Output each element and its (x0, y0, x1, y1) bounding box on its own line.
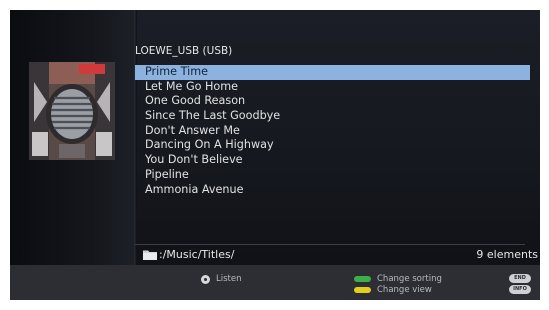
track-item[interactable]: You Don't Believe (135, 153, 530, 168)
yellow-key-label: Change view (377, 284, 432, 295)
element-count: 9 elements (476, 248, 538, 261)
green-key-label: Change sorting (377, 273, 442, 284)
listen-hint[interactable]: Listen (201, 274, 241, 284)
folder-icon (143, 250, 157, 260)
green-key-icon (354, 275, 371, 282)
track-item[interactable]: Since The Last Goodbye (135, 109, 530, 124)
track-item[interactable]: Dancing On A Highway (135, 138, 530, 153)
ok-button-icon (201, 274, 210, 284)
current-path: :/Music/Titles/ (143, 248, 234, 261)
source-title: LOEWE_USB (USB) (135, 45, 233, 57)
hint-bar (10, 265, 540, 300)
footer-divider (135, 244, 525, 245)
track-item-selected[interactable]: Prime Time (135, 65, 530, 80)
track-item[interactable]: Don't Answer Me (135, 124, 530, 139)
track-item[interactable]: Ammonia Avenue (135, 183, 530, 198)
track-item[interactable]: Pipeline (135, 168, 530, 183)
path-text: :/Music/Titles/ (159, 248, 235, 261)
album-art (29, 62, 115, 160)
green-key-hint[interactable]: Change sorting (354, 273, 442, 284)
color-key-legend: Change sorting Change view (354, 273, 442, 295)
track-item[interactable]: One Good Reason (135, 94, 530, 109)
end-key-icon[interactable]: END (509, 274, 531, 283)
hardware-key-hints: END INFO (509, 274, 531, 296)
yellow-key-icon (354, 286, 371, 293)
media-browser-screen: LOEWE_USB (USB) Prime Time Let Me Go Home… (10, 10, 540, 300)
info-key-icon[interactable]: INFO (509, 285, 531, 294)
track-item[interactable]: Let Me Go Home (135, 80, 530, 95)
listen-label: Listen (216, 274, 242, 284)
track-list: Prime Time Let Me Go Home One Good Reason S… (135, 65, 530, 197)
yellow-key-hint[interactable]: Change view (354, 284, 442, 295)
